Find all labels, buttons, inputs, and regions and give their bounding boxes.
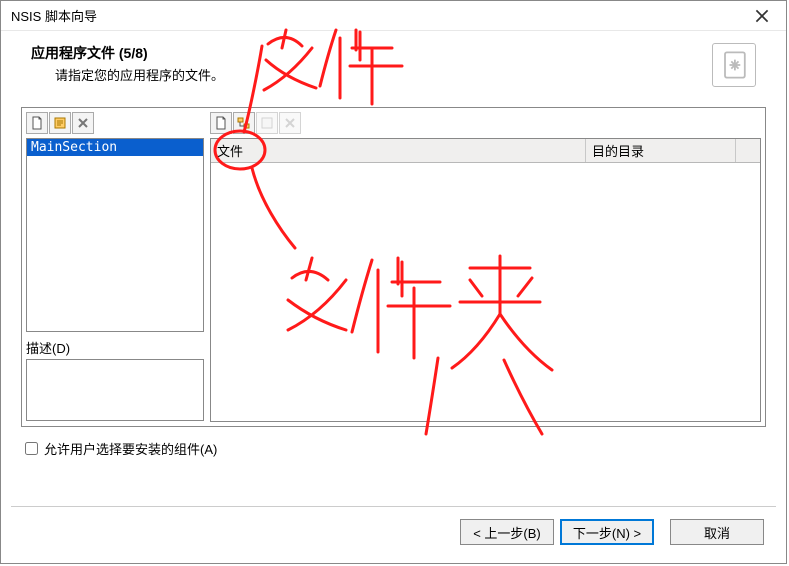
description-label: 描述(D) bbox=[26, 338, 204, 357]
column-dest[interactable]: 目的目录 bbox=[586, 139, 736, 162]
separator bbox=[11, 506, 776, 507]
file-list[interactable]: 文件 目的目录 bbox=[210, 138, 761, 422]
close-icon bbox=[755, 9, 769, 23]
delete-icon bbox=[76, 116, 90, 130]
column-file[interactable]: 文件 bbox=[211, 139, 586, 162]
folder-tree-icon bbox=[237, 116, 251, 130]
allow-components-checkbox[interactable] bbox=[25, 442, 38, 455]
add-folder-button[interactable] bbox=[233, 112, 255, 134]
description-box[interactable] bbox=[26, 359, 204, 421]
delete-file-icon bbox=[283, 116, 297, 130]
edit-file-icon bbox=[260, 116, 274, 130]
new-file-icon bbox=[30, 116, 44, 130]
page-title: 应用程序文件 (5/8) bbox=[31, 43, 224, 63]
delete-section-button[interactable] bbox=[72, 112, 94, 134]
allow-components-row: 允许用户选择要安装的组件(A) bbox=[21, 439, 766, 458]
file-list-header: 文件 目的目录 bbox=[211, 139, 760, 163]
allow-components-label: 允许用户选择要安装的组件(A) bbox=[44, 439, 217, 458]
file-icon bbox=[214, 116, 228, 130]
wizard-buttons: < 上一步(B) 下一步(N) > 取消 bbox=[460, 519, 764, 545]
add-file-button[interactable] bbox=[210, 112, 232, 134]
section-toolbar bbox=[26, 112, 204, 136]
edit-icon bbox=[53, 116, 67, 130]
section-item[interactable]: MainSection bbox=[27, 139, 203, 156]
titlebar: NSIS 脚本向导 bbox=[1, 1, 786, 31]
window-title: NSIS 脚本向导 bbox=[11, 6, 97, 25]
dialog-window: NSIS 脚本向导 应用程序文件 (5/8) 请指定您的应用程序的文件。 bbox=[0, 0, 787, 564]
back-button[interactable]: < 上一步(B) bbox=[460, 519, 554, 545]
edit-file-button[interactable] bbox=[256, 112, 278, 134]
wizard-header-icon bbox=[712, 43, 756, 87]
cancel-button[interactable]: 取消 bbox=[670, 519, 764, 545]
section-list[interactable]: MainSection bbox=[26, 138, 204, 332]
close-button[interactable] bbox=[744, 4, 780, 28]
edit-section-button[interactable] bbox=[49, 112, 71, 134]
file-toolbar bbox=[210, 112, 761, 136]
delete-file-button[interactable] bbox=[279, 112, 301, 134]
new-section-button[interactable] bbox=[26, 112, 48, 134]
page-subtitle: 请指定您的应用程序的文件。 bbox=[55, 65, 224, 84]
next-button[interactable]: 下一步(N) > bbox=[560, 519, 654, 545]
main-frame: MainSection 描述(D) bbox=[21, 107, 766, 427]
